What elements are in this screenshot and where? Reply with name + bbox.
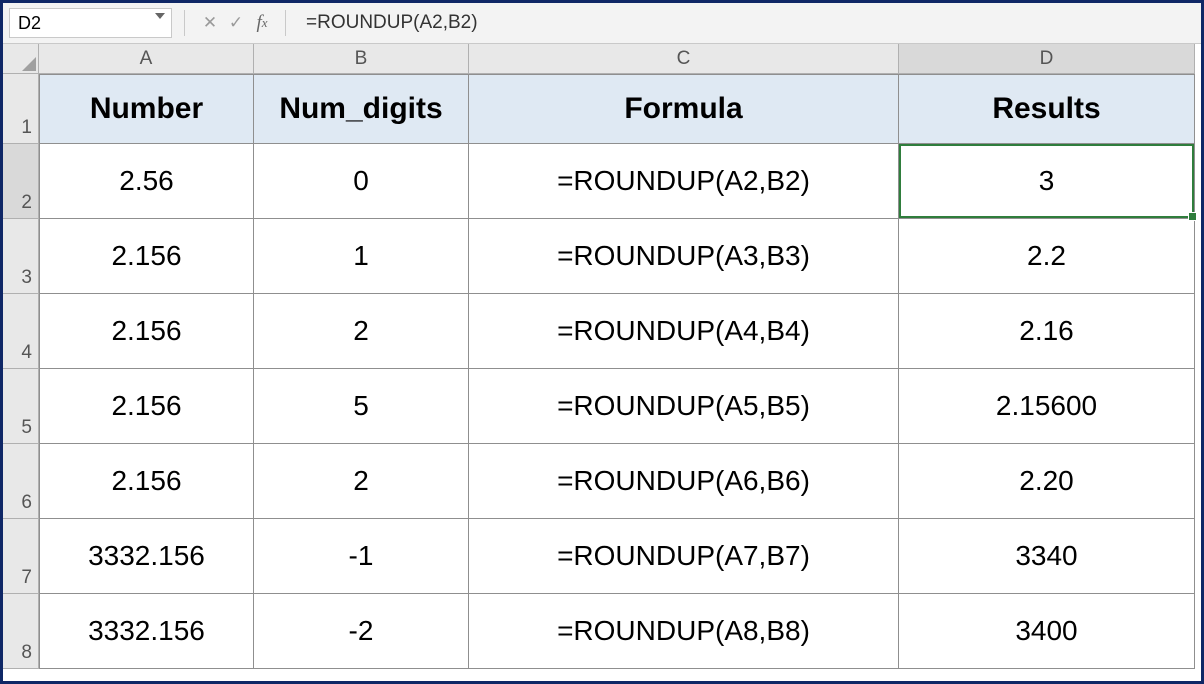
cell-b6[interactable]: 2 — [254, 444, 469, 519]
cell-d5[interactable]: 2.15600 — [899, 369, 1195, 444]
cell-d8[interactable]: 3400 — [899, 594, 1195, 669]
cell-a2[interactable]: 2.56 — [39, 144, 254, 219]
row-header-3[interactable]: 3 — [3, 219, 39, 294]
row-header-7[interactable]: 7 — [3, 519, 39, 594]
cell-b7[interactable]: -1 — [254, 519, 469, 594]
row-header-4[interactable]: 4 — [3, 294, 39, 369]
cancel-icon[interactable]: ✕ — [197, 10, 223, 36]
cell-c6[interactable]: =ROUNDUP(A6,B6) — [469, 444, 899, 519]
cell-b2[interactable]: 0 — [254, 144, 469, 219]
fx-icon[interactable]: fx — [249, 10, 275, 36]
cell-a4[interactable]: 2.156 — [39, 294, 254, 369]
cell-a7[interactable]: 3332.156 — [39, 519, 254, 594]
row-header-1[interactable]: 1 — [3, 74, 39, 144]
cell-d3[interactable]: 2.2 — [899, 219, 1195, 294]
divider — [184, 10, 185, 36]
name-box[interactable]: D2 — [9, 8, 172, 38]
col-header-c[interactable]: C — [469, 44, 899, 74]
header-results[interactable]: Results — [899, 74, 1195, 144]
cell-a6[interactable]: 2.156 — [39, 444, 254, 519]
header-formula[interactable]: Formula — [469, 74, 899, 144]
row-header-2[interactable]: 2 — [3, 144, 39, 219]
cell-c3[interactable]: =ROUNDUP(A3,B3) — [469, 219, 899, 294]
cell-c2[interactable]: =ROUNDUP(A2,B2) — [469, 144, 899, 219]
cell-c4[interactable]: =ROUNDUP(A4,B4) — [469, 294, 899, 369]
formula-bar: D2 ✕ ✓ fx =ROUNDUP(A2,B2) — [3, 3, 1201, 44]
col-header-d[interactable]: D — [899, 44, 1195, 74]
row-header-8[interactable]: 8 — [3, 594, 39, 669]
header-number[interactable]: Number — [39, 74, 254, 144]
cell-a8[interactable]: 3332.156 — [39, 594, 254, 669]
cell-d2-selected[interactable]: 3 — [899, 144, 1195, 219]
enter-icon[interactable]: ✓ — [223, 10, 249, 36]
cell-d6[interactable]: 2.20 — [899, 444, 1195, 519]
cell-a3[interactable]: 2.156 — [39, 219, 254, 294]
excel-window: D2 ✕ ✓ fx =ROUNDUP(A2,B2) A B C D 1 Numb… — [0, 0, 1204, 684]
row-header-5[interactable]: 5 — [3, 369, 39, 444]
formula-input[interactable]: =ROUNDUP(A2,B2) — [296, 12, 1201, 34]
cell-c5[interactable]: =ROUNDUP(A5,B5) — [469, 369, 899, 444]
header-num-digits[interactable]: Num_digits — [254, 74, 469, 144]
cell-c8[interactable]: =ROUNDUP(A8,B8) — [469, 594, 899, 669]
cell-b5[interactable]: 5 — [254, 369, 469, 444]
col-header-b[interactable]: B — [254, 44, 469, 74]
cell-a5[interactable]: 2.156 — [39, 369, 254, 444]
select-all-corner[interactable] — [3, 44, 39, 74]
col-header-a[interactable]: A — [39, 44, 254, 74]
cell-b3[interactable]: 1 — [254, 219, 469, 294]
cell-d4[interactable]: 2.16 — [899, 294, 1195, 369]
divider — [285, 10, 286, 36]
cell-d7[interactable]: 3340 — [899, 519, 1195, 594]
name-box-dropdown-icon[interactable] — [155, 13, 165, 19]
cell-b8[interactable]: -2 — [254, 594, 469, 669]
cell-b4[interactable]: 2 — [254, 294, 469, 369]
cell-c7[interactable]: =ROUNDUP(A7,B7) — [469, 519, 899, 594]
spreadsheet-grid: A B C D 1 Number Num_digits Formula Resu… — [3, 44, 1201, 669]
name-box-value: D2 — [18, 13, 41, 34]
row-header-6[interactable]: 6 — [3, 444, 39, 519]
